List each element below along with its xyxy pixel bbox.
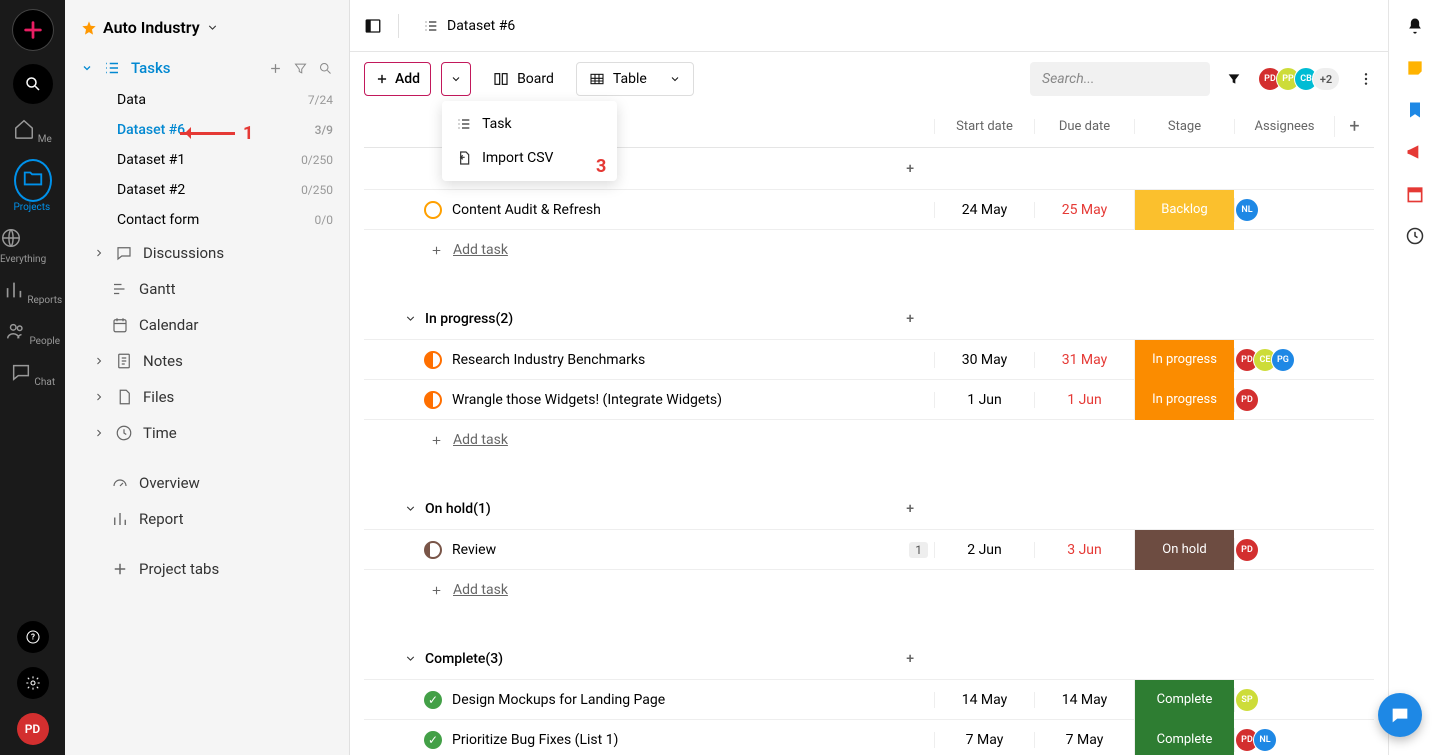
nav-projects[interactable]: Projects [14,159,52,213]
assignee-avatars[interactable]: PDPPCB+2 [1258,67,1340,91]
sidebar-item[interactable]: Data7/24 [65,85,349,115]
sidebar-tasks[interactable]: Tasks [65,51,349,85]
nav-people[interactable]: People [5,320,60,347]
task-row[interactable]: Review12 Jun3 JunOn holdPD [364,530,1374,570]
task-list-icon [456,116,472,132]
task-row[interactable]: Wrangle those Widgets! (Integrate Widget… [364,380,1374,420]
chat-icon [115,244,133,262]
chat-fab[interactable] [1378,693,1422,737]
notes-icon [115,352,133,370]
group-header[interactable]: On hold(1)+ [364,488,1374,530]
task-table: Start date Due date Stage Assignees + +C… [350,106,1388,755]
megaphone-icon[interactable] [1405,142,1425,162]
main-pane: Dataset #6 Add Task Import CSV Board [350,0,1388,755]
files-icon [115,388,133,406]
project-sidebar: Auto Industry Tasks Data7/24Dataset #63/… [65,0,350,755]
calendar-icon [111,316,129,334]
task-row[interactable]: ✓Design Mockups for Landing Page14 May14… [364,680,1374,720]
view-board[interactable]: Board [481,62,566,96]
menu-task[interactable]: Task [442,107,617,141]
task-row[interactable]: ✓Prioritize Bug Fixes (List 1)7 May7 May… [364,720,1374,755]
settings-button[interactable] [17,667,49,699]
star-icon [81,20,97,36]
gantt-icon [111,280,129,298]
sidebar-item[interactable]: Dataset #63/9 [65,115,349,145]
add-task[interactable]: Add task [364,420,1374,460]
sidebar-notes[interactable]: Notes [65,343,349,379]
top-bar: Dataset #6 [350,0,1388,52]
bookmark-icon[interactable] [1405,100,1425,120]
col-due[interactable]: Due date [1034,119,1134,134]
more-icon[interactable] [1358,71,1374,87]
nav-everything[interactable]: Everything [0,227,65,265]
sidebar-item[interactable]: Contact form0/0 [65,205,349,235]
sidebar-project-tabs[interactable]: Project tabs [65,551,349,587]
add-dropdown[interactable]: Task Import CSV [441,62,471,96]
svg-text:?: ? [31,633,35,642]
search-icon[interactable] [318,61,333,76]
breadcrumb[interactable]: Dataset #6 [423,18,515,34]
board-icon [493,71,509,87]
arrow-1 [180,132,235,135]
gauge-icon [111,474,129,492]
note-icon[interactable] [1405,58,1425,78]
nav-chat[interactable]: Chat [10,361,55,388]
toolbar: Add Task Import CSV Board Table [350,52,1388,106]
search-input[interactable] [1030,62,1210,96]
sidebar-item[interactable]: Dataset #20/250 [65,175,349,205]
table-icon [589,71,605,87]
plus-icon [375,72,389,86]
col-start[interactable]: Start date [934,119,1034,134]
filter-icon[interactable] [293,61,308,76]
add-task[interactable]: Add task [364,230,1374,270]
sidebar-time[interactable]: Time [65,415,349,451]
task-list-icon [103,59,121,77]
nav-me[interactable]: Me [13,118,52,145]
chevron-down-icon [450,73,462,85]
col-assignees[interactable]: Assignees [1234,119,1334,134]
nav-rail: Me Projects Everything Reports People Ch… [0,0,65,755]
task-row[interactable]: Content Audit & Refresh24 May25 MayBackl… [364,190,1374,230]
avatar-more[interactable]: +2 [1312,67,1340,91]
view-table[interactable]: Table [576,62,694,96]
add-button-global[interactable] [13,10,53,50]
chevron-down-icon [206,21,219,34]
search-global[interactable] [13,64,53,104]
calendar-icon[interactable] [1405,184,1425,204]
bell-icon[interactable] [1405,16,1425,36]
add-icon[interactable] [268,61,283,76]
right-rail [1388,0,1440,755]
add-task[interactable]: Add task [364,570,1374,610]
sidebar-item[interactable]: Dataset #10/250 [65,145,349,175]
task-row[interactable]: Research Industry Benchmarks30 May31 May… [364,340,1374,380]
col-stage[interactable]: Stage [1134,119,1234,134]
sidebar-gantt[interactable]: Gantt [65,271,349,307]
report-icon [111,510,129,528]
import-icon [456,150,472,166]
project-title[interactable]: Auto Industry [65,14,349,51]
help-button[interactable]: ? [17,621,49,653]
sidebar-files[interactable]: Files [65,379,349,415]
sidebar-report[interactable]: Report [65,501,349,537]
filter-icon[interactable] [1226,71,1242,87]
add-menu: Task Import CSV [442,101,617,181]
task-list-icon [423,18,439,34]
add-column[interactable]: + [1334,116,1374,137]
chevron-down-icon [669,73,681,85]
nav-reports[interactable]: Reports [3,279,62,306]
history-icon[interactable] [1405,226,1425,246]
user-avatar[interactable]: PD [17,713,49,745]
sidebar-calendar[interactable]: Calendar [65,307,349,343]
add-button[interactable]: Add [364,62,431,96]
menu-import-csv[interactable]: Import CSV [442,141,617,175]
sidebar-discussions[interactable]: Discussions [65,235,349,271]
group-header[interactable]: In progress(2)+ [364,298,1374,340]
sidebar-overview[interactable]: Overview [65,465,349,501]
panel-toggle-icon[interactable] [364,17,382,35]
group-header[interactable]: Complete(3)+ [364,638,1374,680]
clock-icon [115,424,133,442]
plus-icon [111,560,129,578]
